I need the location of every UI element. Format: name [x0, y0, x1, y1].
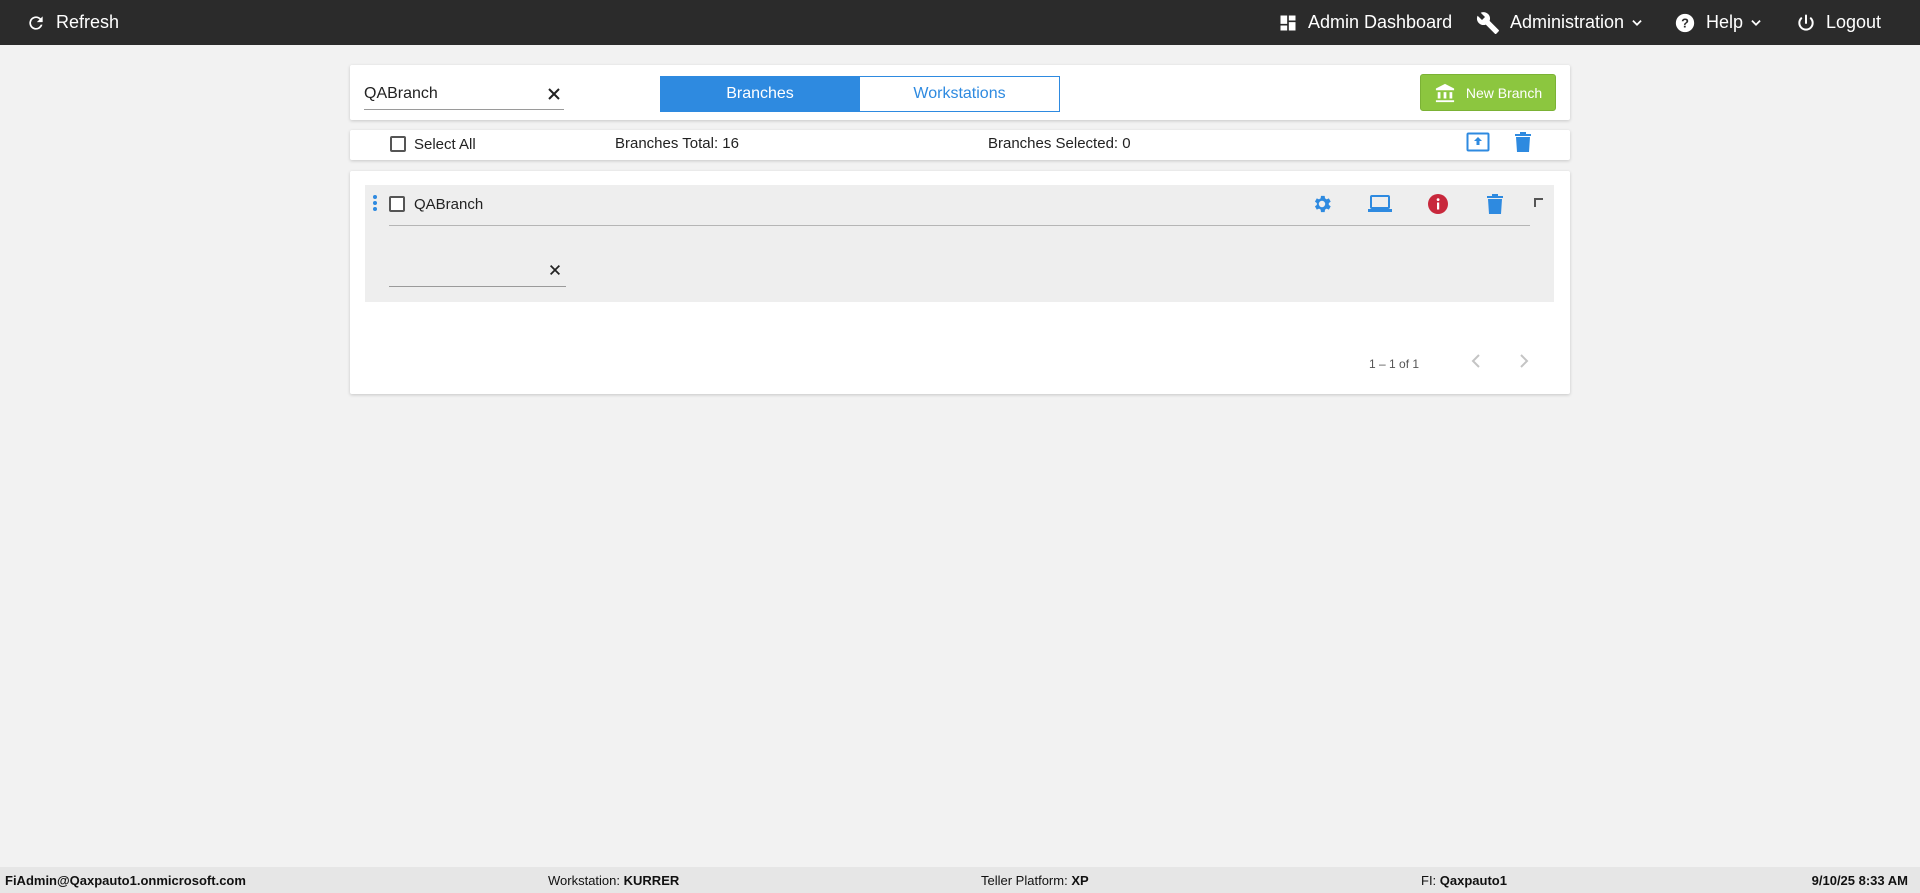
chevron-right-icon [1519, 353, 1529, 374]
status-fi: FI: Qaxpauto1 [1421, 867, 1507, 893]
chevron-left-icon [1471, 353, 1481, 374]
branch-info-button[interactable] [1427, 193, 1449, 220]
info-icon [1427, 193, 1449, 220]
refresh-label: Refresh [56, 12, 120, 32]
branch-name: QABranch [414, 196, 484, 213]
teller-label: Teller Platform: [981, 872, 1068, 888]
refresh-button[interactable]: Refresh [26, 0, 119, 45]
bank-icon [1434, 83, 1456, 103]
gear-icon [1311, 193, 1333, 220]
chevron-down-icon [1749, 16, 1763, 30]
next-page-button[interactable] [1516, 353, 1532, 373]
row-divider [389, 225, 1530, 226]
branch-list-card: QABranch 1 – 1 of 1 [350, 171, 1570, 394]
tab-branches[interactable]: Branches [660, 76, 860, 112]
branch-delete-button[interactable] [1485, 193, 1505, 219]
help-icon: ? [1674, 12, 1696, 34]
trash-icon [1487, 193, 1503, 219]
trash-icon [1515, 131, 1531, 157]
dashboard-icon [1278, 13, 1298, 33]
fi-label: FI: [1421, 872, 1437, 888]
status-workstation: Workstation: KURRER [548, 867, 679, 893]
status-user: FiAdmin@Qaxpauto1.onmicrosoft.com [5, 872, 246, 888]
help-label: Help [1706, 12, 1744, 32]
admin-dashboard-link[interactable]: Admin Dashboard [1278, 0, 1452, 45]
filter-field [389, 255, 566, 287]
new-branch-button[interactable]: New Branch [1420, 74, 1556, 111]
search-input[interactable] [364, 80, 534, 108]
row-checkbox[interactable] [389, 196, 405, 212]
branches-total: Branches Total: 16 [615, 135, 739, 152]
workstation-value: KURRER [623, 872, 680, 888]
help-menu[interactable]: ? Help [1674, 0, 1763, 45]
chevron-down-icon [1630, 16, 1644, 30]
status-bar: FiAdmin@Qaxpauto1.onmicrosoft.com Workst… [0, 867, 1920, 893]
status-teller-platform: Teller Platform: XP [981, 867, 1089, 893]
delete-selected-button[interactable] [1513, 131, 1533, 157]
list-item: QABranch [365, 185, 1554, 302]
power-icon [1796, 13, 1816, 33]
clear-filter-icon[interactable] [548, 263, 564, 279]
search-field [364, 80, 564, 110]
pagination-range: 1 – 1 of 1 [1369, 357, 1420, 371]
upload-icon [1466, 132, 1490, 157]
previous-page-button[interactable] [1468, 353, 1484, 373]
admin-dashboard-label: Admin Dashboard [1308, 12, 1453, 32]
branches-selected: Branches Selected: 0 [988, 135, 1131, 152]
view-toggle: Branches Workstations [660, 76, 1060, 112]
top-navigation-bar: Refresh Admin Dashboard Administration ?… [0, 0, 1920, 45]
filter-input[interactable] [389, 255, 539, 285]
logout-button[interactable]: Logout [1796, 0, 1881, 45]
more-vert-icon[interactable] [371, 194, 379, 212]
branch-settings-button[interactable] [1311, 195, 1333, 217]
logout-label: Logout [1826, 12, 1882, 32]
new-branch-label: New Branch [1465, 84, 1543, 101]
teller-value: XP [1071, 872, 1089, 888]
wrench-icon [1476, 11, 1500, 35]
svg-text:?: ? [1681, 15, 1689, 30]
select-all-label: Select All [414, 136, 476, 153]
corner-resize-icon[interactable] [1533, 197, 1545, 209]
select-all-checkbox[interactable] [390, 136, 406, 152]
toolbar-card: Branches Workstations New Branch [350, 65, 1570, 120]
status-datetime: 9/10/25 8:33 AM [1811, 872, 1908, 888]
administration-menu[interactable]: Administration [1476, 0, 1644, 45]
summary-card: Select All Branches Total: 16 Branches S… [350, 130, 1570, 160]
tab-workstations[interactable]: Workstations [860, 76, 1060, 112]
branch-workstations-button[interactable] [1367, 194, 1393, 219]
clear-search-icon[interactable] [546, 86, 562, 102]
upload-button[interactable] [1466, 132, 1490, 157]
workstation-label: Workstation: [548, 872, 621, 888]
fi-value: Qaxpauto1 [1439, 872, 1507, 888]
refresh-icon [26, 13, 46, 33]
administration-label: Administration [1510, 12, 1625, 32]
laptop-icon [1367, 194, 1393, 219]
